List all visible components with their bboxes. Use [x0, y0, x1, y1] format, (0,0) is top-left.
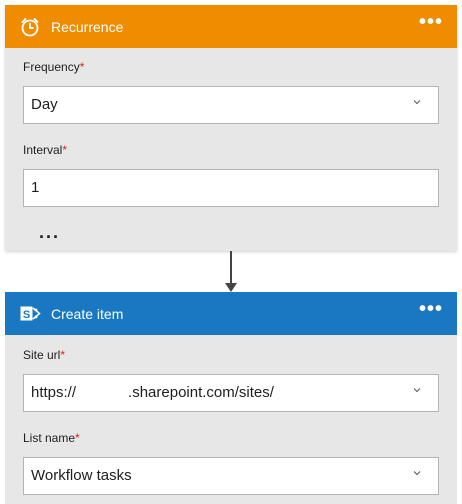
svg-text:S: S: [23, 309, 30, 321]
create-item-title: Create item: [51, 306, 124, 322]
chevron-down-icon: [413, 388, 421, 393]
show-advanced-options[interactable]: ...: [39, 223, 60, 241]
site-url-select[interactable]: https://.sharepoint.com/sites/: [23, 374, 439, 412]
create-item-more-menu[interactable]: •••: [419, 299, 443, 319]
recurrence-more-menu[interactable]: •••: [419, 12, 443, 32]
frequency-value: Day: [31, 96, 58, 113]
create-item-header[interactable]: S Create item •••: [5, 292, 457, 335]
required-asterisk: *: [75, 431, 80, 445]
recurrence-title: Recurrence: [51, 19, 124, 35]
list-name-label: List name*: [23, 431, 80, 445]
chevron-down-icon: [413, 471, 421, 476]
list-name-value: Workflow tasks: [31, 467, 132, 484]
alarm-clock-icon: [21, 18, 39, 37]
recurrence-header[interactable]: Recurrence •••: [5, 5, 457, 48]
required-asterisk: *: [62, 143, 68, 157]
interval-value: 1: [31, 179, 40, 196]
site-url-label: Site url*: [23, 348, 66, 362]
frequency-select[interactable]: Day: [23, 86, 439, 124]
create-item-card: S Create item ••• Site url* https://.sha…: [5, 292, 457, 504]
interval-label: Interval*: [23, 143, 68, 157]
required-asterisk: *: [60, 348, 66, 362]
site-url-value: https://.sharepoint.com/sites/: [31, 384, 274, 401]
sharepoint-icon: S: [20, 306, 41, 321]
required-asterisk: *: [79, 60, 85, 74]
recurrence-card: Recurrence ••• Frequency* Day Interval* …: [5, 5, 457, 251]
chevron-down-icon: [413, 100, 421, 105]
frequency-label: Frequency*: [23, 60, 85, 74]
down-arrow-icon: [225, 251, 237, 292]
interval-input[interactable]: 1: [23, 169, 439, 207]
list-name-select[interactable]: Workflow tasks: [23, 457, 439, 495]
